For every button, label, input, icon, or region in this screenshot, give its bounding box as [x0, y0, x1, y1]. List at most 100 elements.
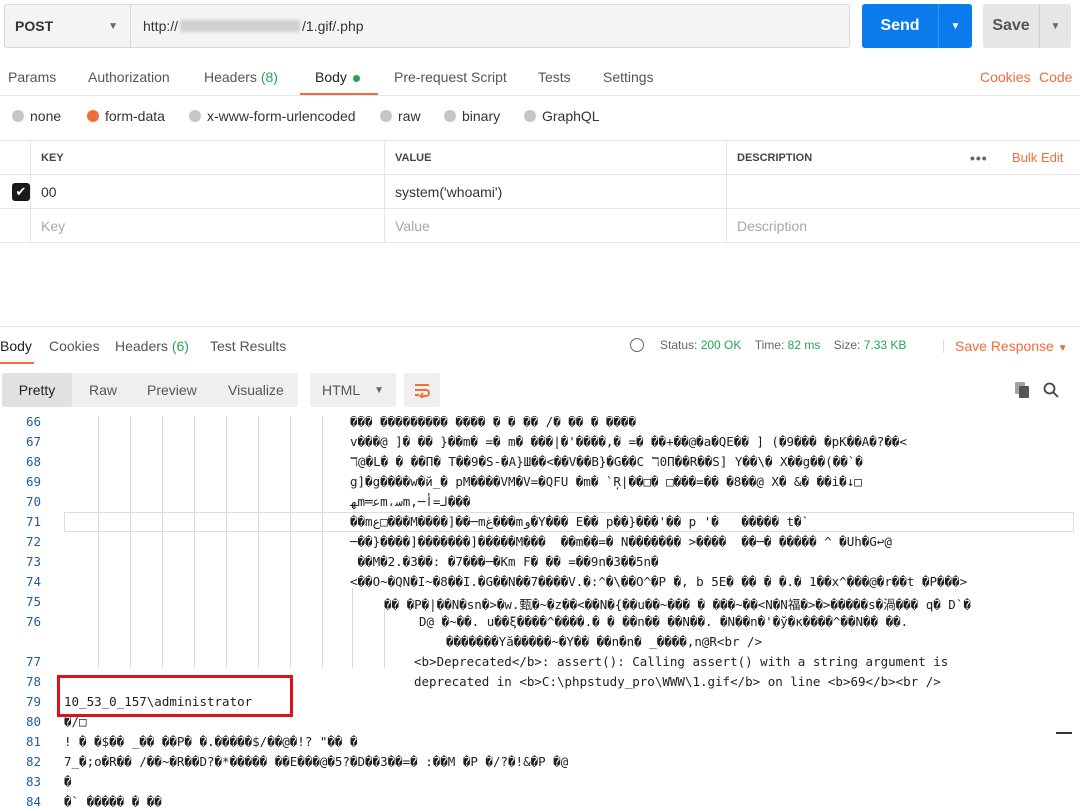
- body-indicator-dot: [352, 74, 360, 82]
- view-pretty[interactable]: Pretty: [2, 373, 72, 407]
- indent-guide: [352, 588, 353, 668]
- tab-headers[interactable]: Headers (8): [204, 69, 278, 85]
- radio-binary[interactable]: binary: [444, 108, 500, 124]
- line-number: 67: [25, 434, 41, 449]
- view-mode-segment: Pretty Raw Preview Visualize: [2, 373, 298, 407]
- tab-tests[interactable]: Tests: [538, 69, 571, 85]
- save-button[interactable]: Save: [983, 4, 1039, 48]
- view-preview[interactable]: Preview: [147, 382, 197, 398]
- description-placeholder-input[interactable]: Description: [726, 209, 1080, 242]
- table-row-empty: Key Value Description: [0, 209, 1080, 243]
- radio-x-www-form-urlencoded[interactable]: x-www-form-urlencoded: [189, 108, 356, 124]
- tab-body[interactable]: Body: [315, 69, 360, 85]
- url-input[interactable]: http:// /1.gif/.php: [131, 5, 849, 47]
- wrap-lines-button[interactable]: [404, 373, 440, 407]
- response-header-bar: Body Cookies Headers (6) Test Results St…: [0, 326, 1080, 364]
- response-tab-headers-count: (6): [171, 338, 189, 354]
- code-line: <b>Deprecated</b>: assert(): Calling ass…: [414, 654, 949, 669]
- send-options-chevron-icon[interactable]: ▼: [938, 4, 972, 48]
- radio-label: raw: [398, 108, 421, 124]
- radio-form-data[interactable]: form-data: [87, 108, 165, 124]
- value-placeholder-input[interactable]: Value: [384, 209, 726, 242]
- tab-headers-count: (8): [260, 69, 278, 85]
- send-button[interactable]: Send: [862, 4, 938, 48]
- code-line: ��mﻉ□���M����]��─mﻍ���mﻭ�Y��� E�� p��}��…: [350, 514, 810, 529]
- response-tab-body[interactable]: Body: [0, 338, 32, 354]
- tab-settings[interactable]: Settings: [603, 69, 654, 85]
- line-number: 83: [25, 774, 41, 789]
- divider: [943, 339, 944, 353]
- row-description-cell[interactable]: [726, 175, 1080, 208]
- globe-icon: [630, 338, 644, 352]
- tab-headers-label: Headers: [204, 69, 257, 85]
- tab-params[interactable]: Params: [8, 69, 56, 85]
- indent-guide: [290, 416, 291, 668]
- response-tab-headers-label: Headers: [115, 338, 168, 354]
- method-label: POST: [15, 18, 54, 34]
- key-placeholder-input[interactable]: Key: [30, 209, 384, 242]
- more-options-icon[interactable]: •••: [970, 141, 988, 174]
- chevron-down-icon: ▼: [1057, 343, 1068, 354]
- code-line: ��� ��������� ���� � � �� /� �� � ����: [350, 416, 636, 429]
- tab-authorization[interactable]: Authorization: [88, 69, 170, 85]
- indent-guide: [226, 416, 227, 668]
- save-options-chevron-icon[interactable]: ▼: [1039, 4, 1071, 48]
- line-number: 74: [25, 574, 41, 589]
- radio-dot-icon: [189, 110, 201, 122]
- code-line: deprecated in <b>C:\phpstudy_pro\WWW\1.g…: [414, 674, 941, 689]
- line-number: 68: [25, 454, 41, 469]
- code-link[interactable]: Code: [1039, 69, 1072, 85]
- code-line: ﻬm═ﻋm،ﺳm,─ﻟ=ﺃ���: [350, 494, 471, 509]
- code-line: D@ �~��. u��ξ����^����.� � ��n�� ��N��. …: [419, 614, 909, 629]
- copy-icon[interactable]: [1015, 382, 1029, 398]
- radio-label: binary: [462, 108, 501, 124]
- line-number: 71: [25, 514, 41, 529]
- line-number: 76: [25, 614, 41, 629]
- line-number: 81: [25, 734, 41, 749]
- language-select[interactable]: HTML ▼: [310, 373, 396, 407]
- status-value: 200 OK: [700, 338, 742, 352]
- tab-pre-request-script[interactable]: Pre-request Script: [394, 69, 507, 85]
- line-number: 84: [25, 794, 41, 809]
- line-number: 78: [25, 674, 41, 689]
- code-line: ��M�2.�3��: �7���─�Km F� �� =��9n�3��5n�: [350, 554, 659, 569]
- bulk-edit-link[interactable]: Bulk Edit: [1012, 141, 1063, 174]
- row-key-cell[interactable]: 00: [30, 175, 384, 208]
- indent-guide: [258, 416, 259, 668]
- radio-graphql[interactable]: GraphQL: [524, 108, 600, 124]
- line-number: 77: [25, 654, 41, 669]
- code-line: �` ����� � ��: [64, 794, 162, 809]
- url-suffix: /1.gif/.php: [302, 18, 364, 34]
- language-label: HTML: [322, 382, 361, 398]
- save-response-button[interactable]: Save Response ▼: [955, 338, 1068, 354]
- response-code-viewer[interactable]: 66 ��� ��������� ���� � � �� /� �� � ���…: [0, 416, 1080, 811]
- line-number: 70: [25, 494, 41, 509]
- highlight-annotation-box: [57, 675, 293, 717]
- response-tab-headers[interactable]: Headers (6): [115, 338, 189, 354]
- line-number: 73: [25, 554, 41, 569]
- cookies-link[interactable]: Cookies: [980, 69, 1031, 85]
- line-number: 82: [25, 754, 41, 769]
- redacted-host: [180, 20, 301, 32]
- response-tab-cookies[interactable]: Cookies: [49, 338, 100, 354]
- code-line: 7_�;o�R�� /��~�R��D?�*����� ��E���@�5?�D…: [64, 754, 569, 769]
- tab-body-label: Body: [315, 69, 347, 85]
- radio-none[interactable]: none: [12, 108, 61, 124]
- request-bar: POST ▼ http:// /1.gif/.php: [4, 4, 850, 48]
- scrollbar-marker[interactable]: [1056, 732, 1072, 734]
- status-label: Status:: [660, 338, 698, 352]
- save-button-group: Save ▼: [983, 4, 1071, 48]
- view-raw[interactable]: Raw: [89, 382, 117, 398]
- radio-dot-selected-icon: [87, 110, 99, 122]
- search-icon[interactable]: [1043, 382, 1059, 398]
- method-select[interactable]: POST ▼: [5, 5, 131, 47]
- row-value-cell[interactable]: system('whoami'): [384, 175, 726, 208]
- radio-raw[interactable]: raw: [380, 108, 421, 124]
- view-visualize[interactable]: Visualize: [228, 382, 284, 398]
- line-number: 72: [25, 534, 41, 549]
- request-tabs: Params Authorization Headers (8) Body Pr…: [0, 60, 1080, 96]
- response-tab-test-results[interactable]: Test Results: [210, 338, 286, 354]
- line-number: 69: [25, 474, 41, 489]
- time-value: 82 ms: [787, 338, 821, 352]
- row-enabled-checkbox[interactable]: ✔: [12, 183, 30, 201]
